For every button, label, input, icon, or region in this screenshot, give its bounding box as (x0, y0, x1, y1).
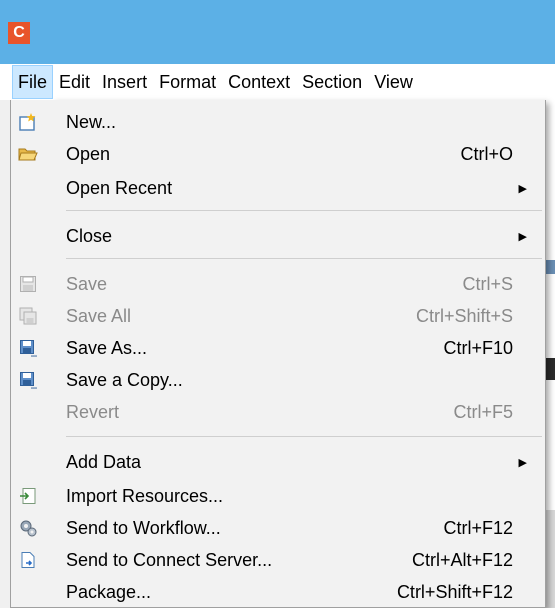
menu-item-close[interactable]: Close ▶ (11, 220, 545, 252)
menu-item-new[interactable]: New... (11, 106, 545, 138)
menu-section[interactable]: Section (296, 65, 368, 99)
menu-item-open-recent[interactable]: Open Recent ▶ (11, 172, 545, 204)
title-bar: C (0, 0, 555, 64)
open-folder-icon (17, 143, 39, 165)
menu-item-save[interactable]: Save Ctrl+S (11, 268, 545, 300)
menu-separator (66, 436, 542, 437)
menu-context[interactable]: Context (222, 65, 296, 99)
save-copy-icon (17, 369, 39, 391)
menu-item-save-all[interactable]: Save All Ctrl+Shift+S (11, 300, 545, 332)
background-workspace (545, 100, 555, 608)
menu-item-import-resources[interactable]: Import Resources... (11, 480, 545, 512)
save-all-icon (17, 305, 39, 327)
menu-item-package[interactable]: Package... Ctrl+Shift+F12 (11, 576, 545, 608)
menu-item-send-to-workflow[interactable]: Send to Workflow... Ctrl+F12 (11, 512, 545, 544)
save-as-icon (17, 337, 39, 359)
menu-item-add-data[interactable]: Add Data ▶ (11, 446, 545, 478)
menu-view[interactable]: View (368, 65, 419, 99)
menu-separator (66, 258, 542, 259)
connect-server-icon (17, 549, 39, 571)
workflow-gear-icon (17, 517, 39, 539)
menu-insert[interactable]: Insert (96, 65, 153, 99)
app-logo-icon: C (8, 22, 30, 44)
menu-item-save-a-copy[interactable]: Save a Copy... (11, 364, 545, 396)
menu-item-save-as[interactable]: Save As... Ctrl+F10 (11, 332, 545, 364)
new-document-icon (17, 111, 39, 133)
menu-item-open[interactable]: Open Ctrl+O (11, 138, 545, 170)
save-icon (17, 273, 39, 295)
menu-item-send-to-connect-server[interactable]: Send to Connect Server... Ctrl+Alt+F12 (11, 544, 545, 576)
menu-separator (66, 210, 542, 211)
menu-bar: File Edit Insert Format Context Section … (0, 64, 555, 100)
import-icon (17, 485, 39, 507)
menu-item-revert[interactable]: Revert Ctrl+F5 (11, 396, 545, 428)
submenu-arrow-icon: ▶ (518, 182, 527, 195)
menu-file[interactable]: File (12, 65, 54, 99)
menu-edit[interactable]: Edit (53, 65, 96, 99)
file-menu-dropdown: New... Open Ctrl+O Open Recent ▶ Close ▶… (10, 100, 546, 608)
menu-format[interactable]: Format (153, 65, 222, 99)
submenu-arrow-icon: ▶ (518, 230, 527, 243)
submenu-arrow-icon: ▶ (518, 456, 527, 469)
